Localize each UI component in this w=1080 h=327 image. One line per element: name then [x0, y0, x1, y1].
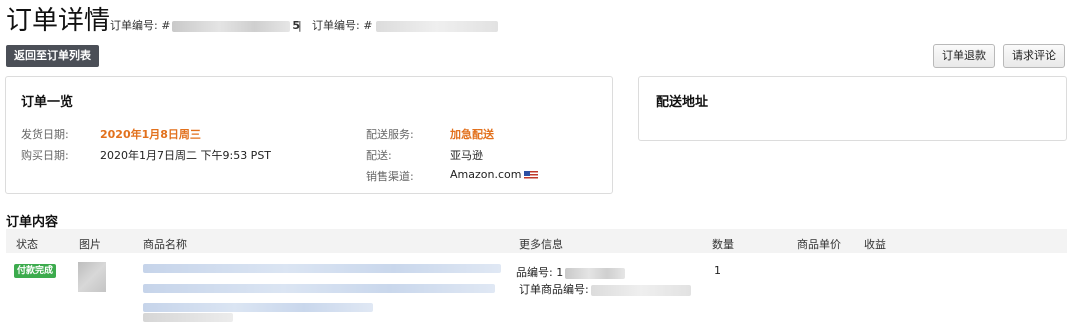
order-overview-panel: 订单一览 发货日期: 2020年1月8日周三 购买日期: 2020年1月7日周二… — [5, 76, 613, 194]
product-name-link-line[interactable] — [143, 284, 495, 293]
column-header-more-info: 更多信息 — [519, 238, 563, 251]
redacted-order-item-id — [590, 284, 691, 296]
product-image[interactable] — [78, 262, 106, 292]
sku-label: 品编号: 1 — [516, 266, 564, 279]
purchase-date-label: 购买日期: — [21, 149, 69, 162]
order-contents-title: 订单内容 — [6, 215, 59, 230]
more-info-sku: 品编号: 1 — [516, 264, 626, 280]
purchase-date-value: 2020年1月7日周二 下午9:53 PST — [100, 149, 272, 162]
redacted-order-number — [172, 20, 291, 32]
refund-order-button[interactable]: 订单退款 — [933, 44, 995, 68]
sales-channel-text: Amazon.com — [450, 168, 522, 181]
page-title: 订单详情 — [6, 6, 111, 36]
request-review-button[interactable]: 请求评论 — [1003, 44, 1065, 68]
column-header-proceeds: 收益 — [864, 238, 886, 251]
sales-channel-label: 销售渠道: — [366, 170, 414, 183]
redacted-text — [143, 313, 233, 322]
column-header-product-name: 商品名称 — [143, 238, 187, 251]
us-flag-icon — [524, 170, 539, 180]
ship-date-value: 2020年1月8日周三 — [100, 128, 201, 141]
redacted-order-number — [376, 20, 499, 32]
more-info-order-item-id: 订单商品编号: — [519, 281, 691, 297]
overview-title: 订单一览 — [21, 95, 74, 110]
column-header-unit-price: 商品单价 — [797, 238, 841, 251]
column-header-quantity: 数量 — [712, 238, 734, 251]
quantity-value: 1 — [714, 264, 721, 277]
order-number-1: 订单编号: #5 — [110, 18, 300, 34]
shipping-service-label: 配送服务: — [366, 128, 414, 141]
column-header-status: 状态 — [16, 238, 38, 251]
sales-channel-value: Amazon.com — [450, 168, 539, 181]
shipping-address-panel: 配送地址 — [638, 76, 1067, 141]
order-number-2: 订单编号: # — [312, 18, 499, 34]
status-badge: 付款完成 — [14, 264, 57, 278]
order-number-label: 订单编号: # — [312, 19, 373, 32]
order-item-id-label: 订单商品编号: — [519, 283, 589, 296]
order-number-label: 订单编号: # — [110, 19, 171, 32]
shipping-value: 亚马逊 — [450, 149, 483, 162]
column-header-image: 图片 — [79, 238, 101, 251]
product-name-link[interactable] — [143, 264, 501, 273]
redacted-sku — [565, 267, 626, 279]
address-title: 配送地址 — [656, 95, 709, 110]
product-name-link-line[interactable] — [143, 303, 373, 312]
shipping-service-value: 加急配送 — [450, 128, 494, 141]
back-to-order-list-button[interactable]: 返回至订单列表 — [6, 45, 99, 67]
shipping-label: 配送: — [366, 149, 392, 162]
ship-date-label: 发货日期: — [21, 128, 69, 141]
order-separator: | — [298, 19, 302, 32]
